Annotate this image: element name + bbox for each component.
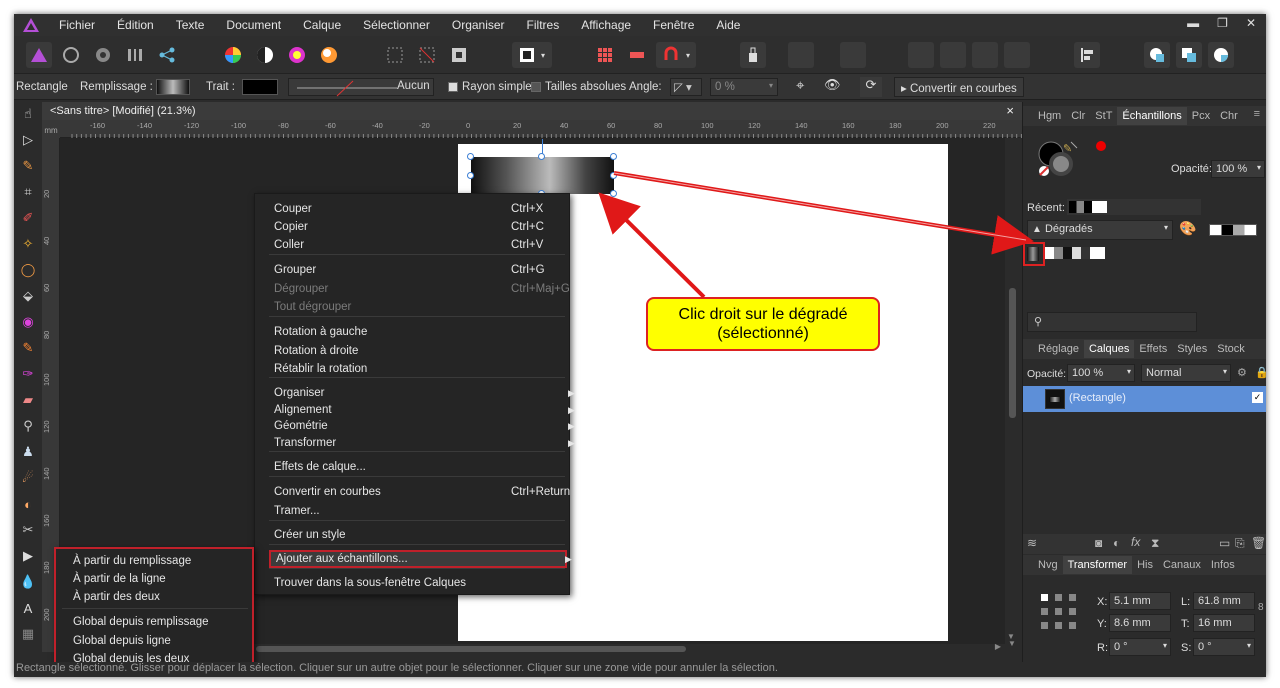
status-bar: Rectangle sélectionné. Glisser pour dépl… <box>14 662 1266 677</box>
annotation-arrows <box>598 171 1034 299</box>
app-window: Fichier Édition Texte Document Calque Sélecti… <box>14 14 1266 677</box>
arrow-to-gradient <box>598 192 706 299</box>
